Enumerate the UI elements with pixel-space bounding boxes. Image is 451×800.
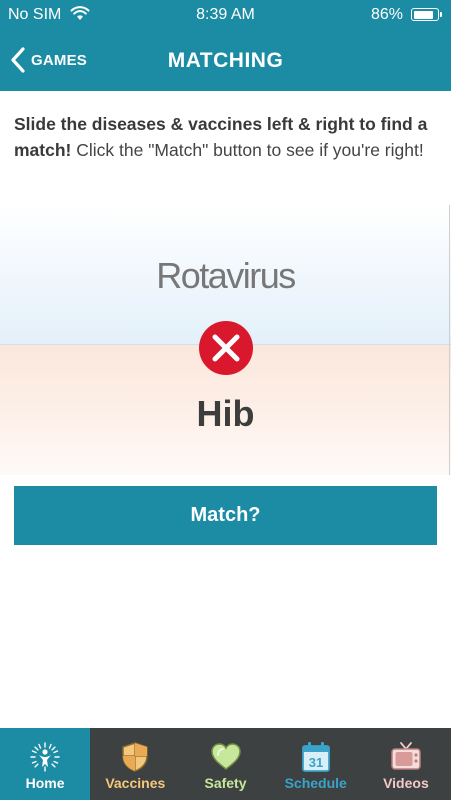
battery-percent: 86% (370, 6, 403, 23)
matching-area: Rotavirus Hib (0, 205, 451, 475)
x-circle-icon (199, 321, 253, 375)
tab-vaccines-label: Vaccines (105, 775, 166, 791)
tab-bar: Home Vaccines Safety 31 Schedule Videos (0, 728, 451, 800)
status-bar: No SIM 8:39 AM 86% (0, 0, 451, 30)
tab-videos-label: Videos (383, 775, 429, 791)
tab-schedule[interactable]: 31 Schedule (271, 728, 361, 800)
tab-vaccines[interactable]: Vaccines (90, 728, 180, 800)
top-bar: No SIM 8:39 AM 86% GAMES MATCHING (0, 0, 451, 91)
tab-home-label: Home (25, 775, 65, 791)
disease-card-label[interactable]: Rotavirus (0, 255, 451, 297)
tv-icon (391, 742, 421, 770)
tab-safety[interactable]: Safety (180, 728, 270, 800)
match-button[interactable]: Match? (14, 486, 437, 545)
tab-home[interactable]: Home (0, 728, 91, 800)
battery-icon (411, 8, 442, 21)
shield-icon (122, 742, 149, 772)
vaccine-card-label[interactable]: Hib (0, 393, 451, 435)
battery-level (413, 10, 434, 19)
svg-text:31: 31 (308, 755, 322, 770)
instructions-normal: Click the "Match" button to see if you'r… (71, 140, 424, 160)
home-icon (30, 742, 60, 772)
navigation-bar: GAMES MATCHING (0, 30, 451, 91)
tab-safety-label: Safety (204, 775, 247, 791)
instructions-text: Slide the diseases & vaccines left & rig… (14, 111, 436, 163)
tab-videos[interactable]: Videos (361, 728, 451, 800)
calendar-icon: 31 (301, 742, 330, 772)
heart-icon (210, 743, 241, 770)
tab-schedule-label: Schedule (284, 775, 347, 791)
page-title: MATCHING (167, 49, 284, 72)
